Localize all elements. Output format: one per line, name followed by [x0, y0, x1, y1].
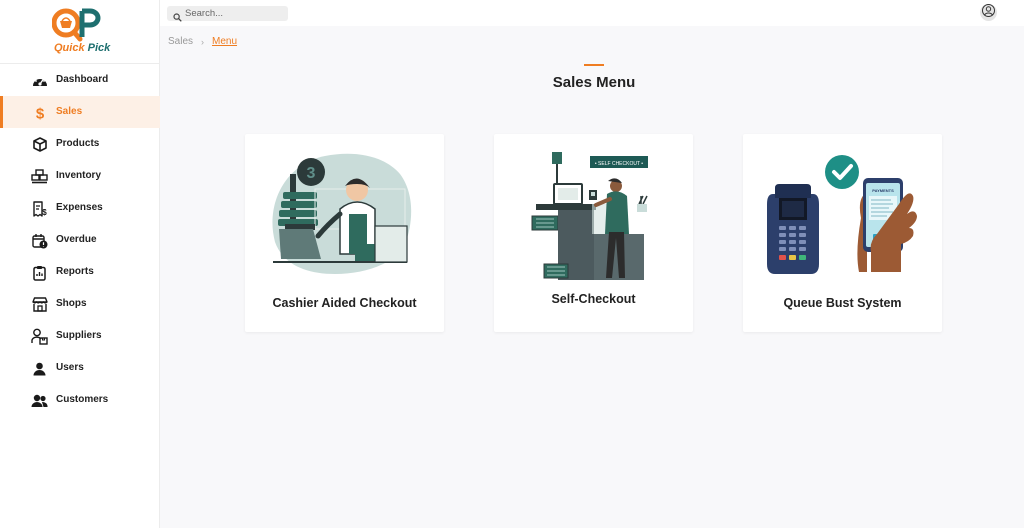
inventory-icon: [31, 168, 48, 185]
top-bar: [160, 0, 1024, 26]
sidebar-item-label: Customers: [56, 394, 109, 405]
calendar-alert-icon: [31, 232, 48, 249]
box-icon: [31, 136, 48, 153]
account-icon: [982, 3, 995, 22]
title-accent-bar: [584, 64, 604, 66]
svg-text:• SELF CHECKOUT •: • SELF CHECKOUT •: [595, 161, 643, 167]
dollar-icon: $: [31, 104, 48, 121]
sidebar-item-label: Sales: [56, 106, 83, 117]
sidebar-item-expenses[interactable]: $ Expenses: [0, 192, 160, 224]
svg-text:$: $: [35, 105, 44, 121]
logo-wordmark: Quick Pick: [54, 42, 110, 54]
search-icon: [173, 9, 182, 22]
search-box[interactable]: [167, 6, 288, 22]
store-icon: [31, 296, 48, 313]
svg-text:3: 3: [307, 165, 316, 182]
sidebar-item-inventory[interactable]: Inventory: [0, 160, 160, 192]
sidebar-item-customers[interactable]: Customers: [0, 384, 160, 416]
dashboard-gauge-icon: [31, 72, 48, 89]
app-logo[interactable]: Quick Pick: [0, 0, 159, 64]
sidebar-item-label: Products: [56, 138, 100, 149]
sidebar-item-label: Expenses: [56, 202, 103, 213]
sidebar-item-label: Dashboard: [56, 74, 109, 85]
card-cashier-aided-checkout[interactable]: 3 Cashier Aided Checkout: [245, 134, 444, 332]
self-checkout-illustration: • SELF CHECKOUT •: [531, 152, 648, 280]
chevron-right-icon: ›: [201, 36, 205, 47]
clipboard-icon: [31, 264, 48, 281]
supplier-icon: [31, 328, 48, 345]
sidebar-item-label: Overdue: [56, 234, 97, 245]
sidebar-item-label: Inventory: [56, 170, 102, 181]
sidebar-item-reports[interactable]: Reports: [0, 256, 160, 288]
breadcrumb-sales[interactable]: Sales: [168, 36, 193, 47]
svg-text:$: $: [42, 208, 47, 217]
breadcrumb-menu[interactable]: Menu: [212, 36, 237, 47]
quick-pick-logo-icon: [52, 8, 101, 42]
sidebar-item-label: Shops: [56, 298, 87, 309]
search-input[interactable]: [185, 6, 285, 21]
users-icon: [31, 392, 48, 409]
pos-terminal-illustration: PAYMENTS PAY NOW: [767, 155, 917, 274]
breadcrumb: Sales › Menu: [168, 36, 237, 47]
sidebar-item-suppliers[interactable]: Suppliers: [0, 320, 160, 352]
card-label: Queue Bust System: [783, 296, 902, 310]
sidebar-item-sales[interactable]: $ Sales: [0, 96, 160, 128]
sidebar-item-products[interactable]: Products: [0, 128, 160, 160]
card-queue-bust-system[interactable]: PAYMENTS PAY NOW Queue Bust System: [743, 134, 942, 332]
page-title: Sales Menu: [552, 74, 636, 91]
user-icon: [31, 360, 48, 377]
logo-word-quick: Quick: [54, 42, 85, 54]
sidebar-item-shops[interactable]: Shops: [0, 288, 160, 320]
receipt-dollar-icon: $: [31, 200, 48, 217]
sidebar-item-dashboard[interactable]: Dashboard: [0, 64, 160, 96]
svg-text:PAYMENTS: PAYMENTS: [872, 188, 894, 193]
logo-word-pick: Pick: [87, 42, 111, 54]
sidebar-item-label: Reports: [56, 266, 94, 277]
sidebar: Quick Pick Dashboard $ Sales Products In…: [0, 0, 160, 528]
user-avatar-button[interactable]: [980, 3, 997, 22]
sidebar-item-label: Suppliers: [56, 330, 102, 341]
sidebar-item-overdue[interactable]: Overdue: [0, 224, 160, 256]
sidebar-nav: Dashboard $ Sales Products Inventory $ E…: [0, 64, 160, 416]
sidebar-item-users[interactable]: Users: [0, 352, 160, 384]
sidebar-item-label: Users: [56, 362, 84, 373]
cashier-illustration: 3: [272, 153, 412, 274]
card-label: Cashier Aided Checkout: [272, 296, 417, 310]
card-label: Self-Checkout: [551, 292, 636, 306]
card-self-checkout[interactable]: • SELF CHECKOUT • Self-Checkout: [494, 134, 693, 332]
